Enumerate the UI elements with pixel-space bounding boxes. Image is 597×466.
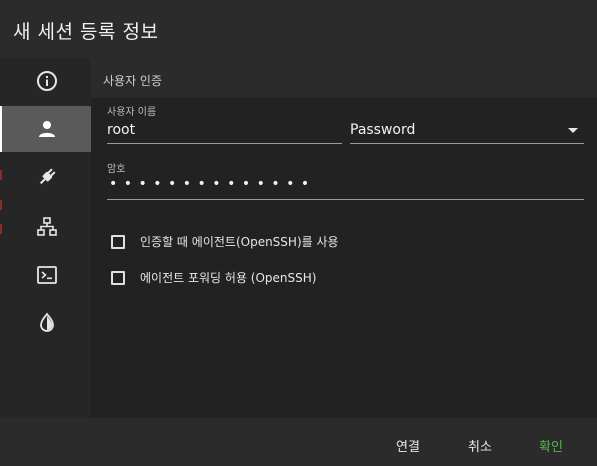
ok-button[interactable]: 확인 [539, 436, 563, 455]
agent-forwarding-checkbox[interactable] [111, 270, 125, 285]
terminal-icon [36, 264, 58, 286]
dialog-footer: 연결 취소 확인 [0, 418, 597, 466]
edge-marker [0, 170, 2, 180]
dialog-title: 새 세션 등록 정보 [13, 21, 159, 43]
sidebar-item-appearance[interactable] [2, 300, 91, 346]
person-icon [37, 119, 57, 139]
network-icon [36, 216, 58, 238]
connect-button[interactable]: 연결 [396, 436, 420, 455]
agent-forwarding-option[interactable]: 에이전트 포워딩 허용 (OpenSSH) [111, 269, 316, 286]
title-bar: 새 세션 등록 정보 [0, 0, 597, 58]
sidebar [0, 58, 91, 418]
contrast-icon [36, 312, 58, 334]
username-input[interactable]: root [107, 122, 135, 138]
content-panel: 사용자 인증 사용자 이름 root Password 암호 •••••••••… [91, 58, 597, 418]
session-properties-dialog: 새 세션 등록 정보 사용자 인증 사용자 이름 root Password 암… [0, 0, 597, 466]
section-header: 사용자 인증 [91, 58, 597, 98]
sidebar-item-connection[interactable] [2, 154, 91, 200]
sidebar-item-user-auth[interactable] [0, 106, 91, 152]
sidebar-item-info[interactable] [2, 58, 91, 104]
cancel-button[interactable]: 취소 [468, 436, 492, 455]
edge-marker [0, 224, 2, 234]
auth-method-underline [350, 143, 584, 144]
section-title: 사용자 인증 [103, 74, 163, 88]
plug-icon [36, 166, 58, 188]
use-agent-option[interactable]: 인증할 때 에이전트(OpenSSH)를 사용 [111, 233, 339, 250]
use-agent-checkbox[interactable] [111, 234, 125, 249]
agent-forwarding-label: 에이전트 포워딩 허용 (OpenSSH) [140, 271, 317, 285]
sidebar-item-network[interactable] [2, 204, 91, 250]
username-label: 사용자 이름 [107, 107, 157, 118]
auth-method-select[interactable]: Password [350, 122, 415, 138]
use-agent-label: 인증할 때 에이전트(OpenSSH)를 사용 [140, 235, 339, 249]
edge-marker [0, 200, 2, 210]
password-input[interactable]: •••••••••••••• [109, 176, 316, 192]
username-underline [107, 143, 342, 144]
chevron-down-icon[interactable] [568, 128, 578, 133]
info-icon [36, 70, 58, 92]
password-underline [107, 199, 584, 200]
password-label: 암호 [107, 164, 126, 175]
sidebar-item-terminal[interactable] [2, 252, 91, 298]
